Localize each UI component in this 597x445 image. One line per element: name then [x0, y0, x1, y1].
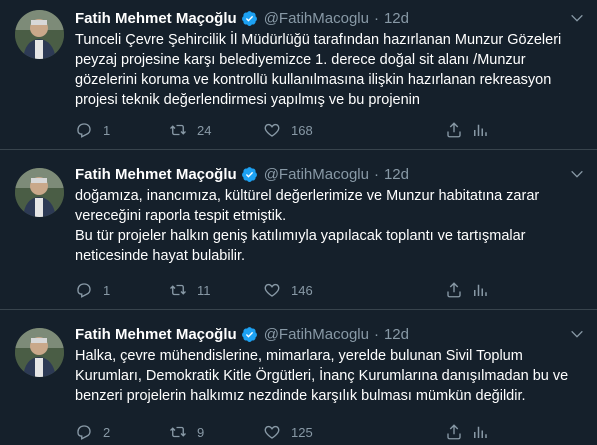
tweet-text: doğamıza, inancımıza, kültürel değerleri… — [75, 188, 540, 264]
avatar[interactable] — [15, 10, 64, 59]
like-count: 146 — [291, 282, 313, 298]
tweet[interactable]: Fatih Mehmet Maçoğlu @FatihMacoglu · 12d… — [0, 310, 597, 445]
separator-dot: · — [373, 325, 379, 343]
separator-dot: · — [373, 165, 379, 183]
chevron-down-icon[interactable] — [569, 326, 585, 342]
share-icon — [447, 424, 461, 440]
retweet-button[interactable]: 11 — [169, 280, 211, 300]
author-name[interactable]: Fatih Mehmet Maçoğlu — [75, 326, 237, 343]
share-button[interactable] — [445, 120, 463, 140]
heart-icon — [264, 283, 280, 297]
share-button[interactable] — [445, 280, 463, 300]
reply-count: 1 — [103, 122, 111, 138]
tweet-text: Tunceli Çevre Şehircilik İl Müdürlüğü ta… — [75, 32, 562, 108]
separator-dot: · — [373, 9, 379, 27]
heart-icon — [264, 425, 280, 439]
avatar[interactable] — [15, 168, 64, 217]
avatar[interactable] — [15, 328, 64, 377]
tweet-actions: 1 24 168 — [75, 120, 575, 140]
author-handle[interactable]: @FatihMacoglu — [264, 326, 369, 343]
timestamp[interactable]: 12d — [384, 10, 409, 27]
like-button[interactable]: 168 — [263, 120, 313, 140]
like-button[interactable]: 125 — [263, 422, 313, 442]
like-count: 168 — [291, 122, 313, 138]
chevron-down-icon[interactable] — [569, 10, 585, 26]
author-handle[interactable]: @FatihMacoglu — [264, 10, 369, 27]
verified-badge-icon — [241, 326, 257, 342]
retweet-icon — [170, 124, 186, 136]
share-button[interactable] — [445, 422, 463, 442]
verified-badge-icon — [241, 166, 257, 182]
tweet[interactable]: Fatih Mehmet Maçoğlu @FatihMacoglu · 12d… — [0, 150, 597, 310]
tweet[interactable]: Fatih Mehmet Maçoğlu @FatihMacoglu · 12d… — [0, 0, 597, 150]
reply-count: 1 — [103, 282, 111, 298]
chevron-down-icon[interactable] — [569, 166, 585, 182]
analytics-button[interactable] — [471, 422, 489, 442]
timestamp[interactable]: 12d — [384, 166, 409, 183]
retweet-icon — [170, 284, 186, 296]
verified-badge-icon — [241, 10, 257, 26]
reply-icon — [77, 425, 91, 440]
reply-button[interactable]: 1 — [75, 280, 110, 300]
tweet-actions: 2 9 125 — [75, 422, 575, 442]
author-handle[interactable]: @FatihMacoglu — [264, 166, 369, 183]
analytics-icon — [474, 124, 487, 136]
retweet-button[interactable]: 9 — [169, 422, 204, 442]
heart-icon — [264, 123, 280, 137]
like-button[interactable]: 146 — [263, 280, 313, 300]
analytics-button[interactable] — [471, 280, 489, 300]
retweet-count: 11 — [197, 282, 211, 298]
tweet-text: Halka, çevre mühendislerine, mimarlara, … — [75, 348, 569, 404]
share-icon — [447, 282, 461, 298]
share-icon — [447, 122, 461, 138]
retweet-icon — [170, 426, 186, 438]
retweet-count: 24 — [197, 122, 212, 138]
author-name[interactable]: Fatih Mehmet Maçoğlu — [75, 10, 237, 27]
tweet-actions: 1 11 146 — [75, 280, 575, 300]
reply-button[interactable]: 2 — [75, 422, 110, 442]
author-name[interactable]: Fatih Mehmet Maçoğlu — [75, 166, 237, 183]
timestamp[interactable]: 12d — [384, 326, 409, 343]
reply-icon — [77, 283, 91, 298]
analytics-icon — [474, 426, 487, 438]
retweet-count: 9 — [197, 424, 205, 440]
reply-button[interactable]: 1 — [75, 120, 110, 140]
retweet-button[interactable]: 24 — [169, 120, 211, 140]
reply-icon — [77, 123, 91, 138]
analytics-button[interactable] — [471, 120, 489, 140]
reply-count: 2 — [103, 424, 111, 440]
analytics-icon — [474, 284, 487, 296]
like-count: 125 — [291, 424, 313, 440]
